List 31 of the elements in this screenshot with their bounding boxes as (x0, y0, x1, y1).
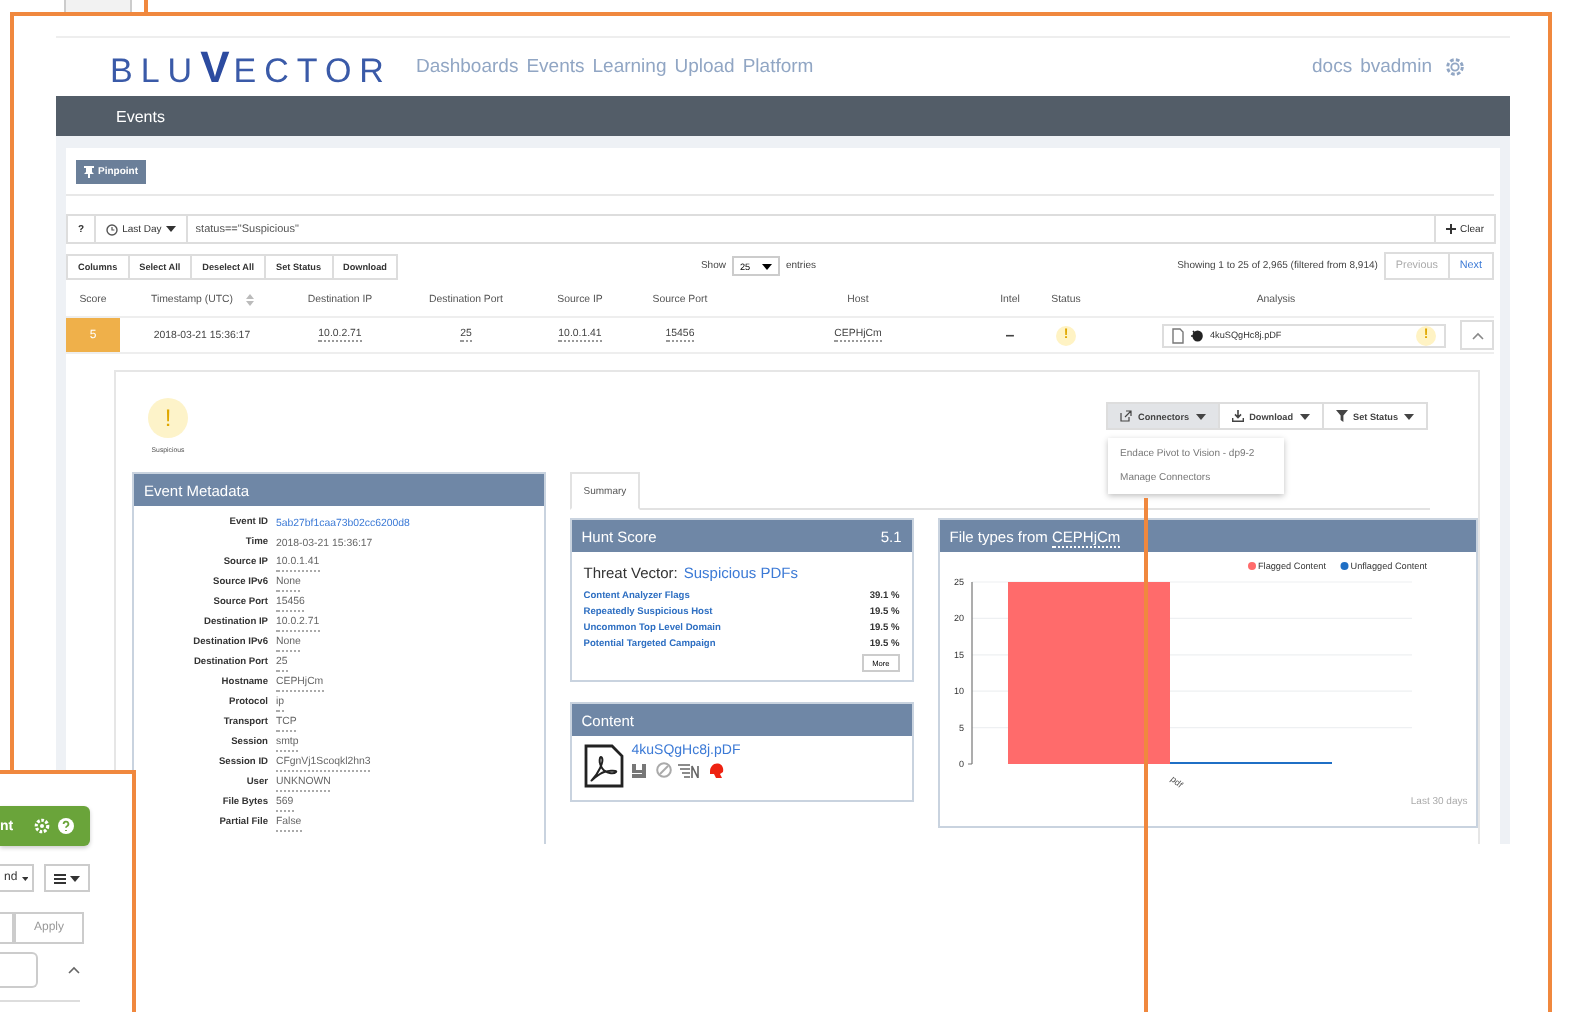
lines-icon (677, 763, 702, 777)
clock-icon (106, 223, 119, 235)
settings-icon (1444, 56, 1466, 78)
warning-badge: ! (148, 398, 188, 438)
plus-icon (1446, 224, 1457, 234)
caret-icon (1195, 413, 1206, 419)
file-icon (1172, 327, 1184, 343)
pdf-icon (583, 744, 624, 788)
settings-icon (33, 818, 50, 834)
intel-cell-text: – (1003, 326, 1017, 344)
caret-icon (70, 875, 80, 881)
menu-button[interactable] (44, 864, 90, 892)
funnel-icon (1335, 410, 1348, 422)
logo: BLU V ECTOR (110, 41, 392, 93)
external-link-icon (1120, 410, 1133, 422)
caret-up-icon (1471, 331, 1483, 339)
collapse-button[interactable] (1460, 320, 1494, 350)
caret-icon (165, 226, 176, 232)
bug-icon (1190, 328, 1204, 342)
menu-icon (54, 873, 66, 883)
text-area[interactable] (0, 952, 38, 988)
pin-icon (84, 166, 94, 178)
sort-icon (245, 294, 254, 306)
help-icon (57, 818, 74, 834)
caret-icon (1404, 413, 1414, 419)
download-icon (1231, 410, 1244, 422)
page-title: Events (116, 107, 165, 125)
caret-icon (21, 875, 28, 881)
caret-icon (1299, 413, 1310, 419)
caret-up-icon (68, 966, 80, 974)
caret-icon (761, 263, 772, 269)
